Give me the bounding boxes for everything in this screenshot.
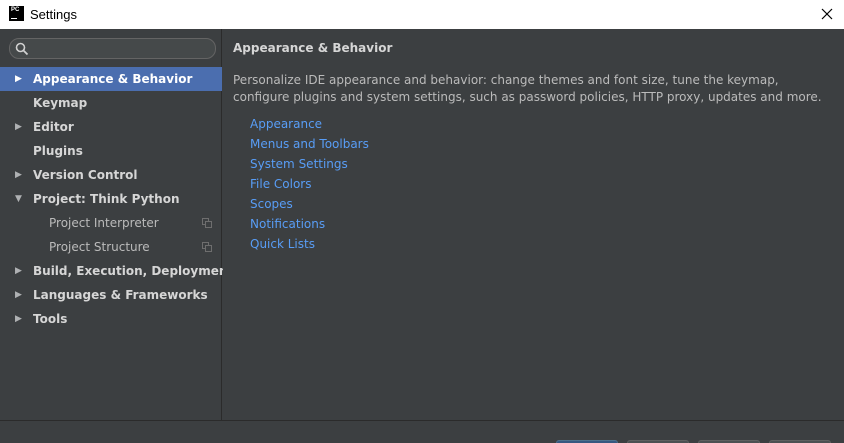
tree-item-build-execution-deployment[interactable]: ▶ Build, Execution, Deployment [0,259,233,283]
tree-item-label: Version Control [33,168,138,182]
close-button[interactable] [816,3,838,25]
tree-item-project-structure[interactable]: Project Structure [0,235,222,259]
link-menus-toolbars[interactable]: Menus and Toolbars [250,134,369,154]
tree-item-label: Tools [33,312,68,326]
tree-item-project-interpreter[interactable]: Project Interpreter [0,211,222,235]
settings-sidebar: ▶ Appearance & Behavior Keymap ▶ Editor … [0,29,233,420]
app-icon: PC [9,6,24,21]
tree-item-label: Languages & Frameworks [33,288,208,302]
tree-item-keymap[interactable]: Keymap [0,91,222,115]
tree-item-label: Project Structure [49,240,150,254]
search-box[interactable] [9,38,216,59]
expand-arrow-icon[interactable]: ▶ [15,307,25,331]
tree-item-tools[interactable]: ▶ Tools [0,307,222,331]
expand-arrow-icon[interactable]: ▶ [15,115,25,139]
tree-item-plugins[interactable]: Plugins [0,139,222,163]
expand-arrow-icon[interactable]: ▶ [15,67,25,91]
dialog-footer [0,420,844,443]
expand-arrow-icon[interactable]: ▶ [15,163,25,187]
app-icon-text: PC [11,7,20,13]
link-scopes[interactable]: Scopes [250,194,369,214]
tree-item-editor[interactable]: ▶ Editor [0,115,222,139]
copy-icon [202,242,212,252]
window-title: Settings [30,7,77,22]
link-system-settings[interactable]: System Settings [250,154,369,174]
tree-item-label: Build, Execution, Deployment [33,264,234,278]
tree-item-label: Keymap [33,96,88,110]
link-appearance[interactable]: Appearance [250,114,369,134]
search-input[interactable] [32,41,210,56]
settings-content: Appearance & Behavior Personalize IDE ap… [223,29,844,420]
tree-item-project[interactable]: ▼ Project: Think Python [0,187,222,211]
tree-item-label: Project: Think Python [33,192,180,206]
tree-item-label: Editor [33,120,74,134]
page-description: Personalize IDE appearance and behavior:… [233,73,822,104]
link-quick-lists[interactable]: Quick Lists [250,234,369,254]
tree-item-label: Plugins [33,144,83,158]
expand-arrow-icon[interactable]: ▶ [15,283,25,307]
copy-icon [202,218,212,228]
tree-item-label: Appearance & Behavior [33,72,193,86]
settings-links: Appearance Menus and Toolbars System Set… [250,114,369,254]
tree-item-version-control[interactable]: ▶ Version Control [0,163,222,187]
close-icon [821,8,833,20]
tree-item-languages-frameworks[interactable]: ▶ Languages & Frameworks [0,283,222,307]
title-bar: PC Settings [0,0,844,29]
page-title: Appearance & Behavior [233,41,393,55]
tree-item-appearance-behavior[interactable]: ▶ Appearance & Behavior [0,67,222,91]
link-notifications[interactable]: Notifications [250,214,369,234]
settings-tree: ▶ Appearance & Behavior Keymap ▶ Editor … [0,67,233,331]
collapse-arrow-icon[interactable]: ▼ [15,187,25,211]
tree-item-label: Project Interpreter [49,216,159,230]
link-file-colors[interactable]: File Colors [250,174,369,194]
expand-arrow-icon[interactable]: ▶ [15,259,25,283]
search-icon [15,42,29,56]
